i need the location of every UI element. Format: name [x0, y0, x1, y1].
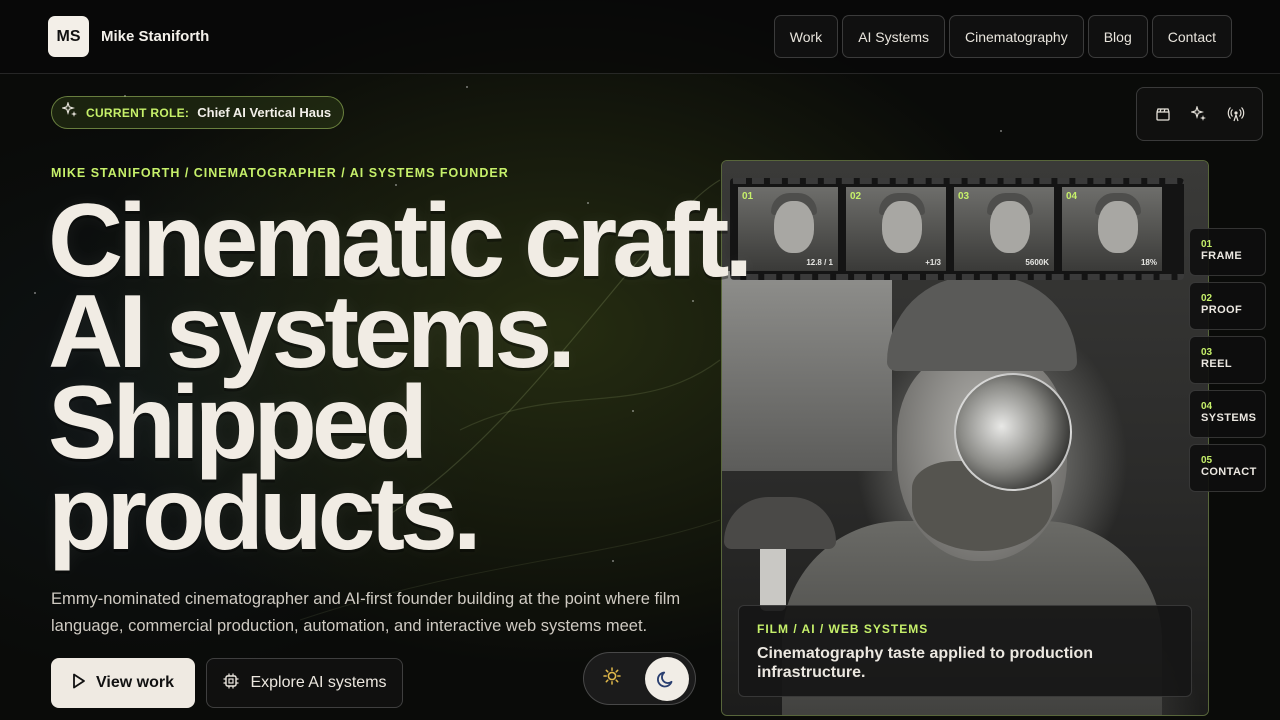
- caption-title: Cinematography taste applied to producti…: [757, 645, 1094, 681]
- headline-line: products.: [48, 456, 482, 572]
- current-role-pill: CURRENT ROLE: Chief AI Vertical Haus: [51, 96, 344, 129]
- view-work-button[interactable]: View work: [51, 658, 195, 708]
- hero-eyebrow: MIKE STANIFORTH / CINEMATOGRAPHER / AI S…: [51, 166, 509, 180]
- rail-item-contact[interactable]: 05 CONTACT: [1189, 444, 1266, 492]
- film-frame[interactable]: 03 5600K: [954, 187, 1054, 271]
- rail-number: 02: [1201, 293, 1213, 304]
- sparkles-icon[interactable]: [1188, 103, 1210, 125]
- sun-icon[interactable]: [602, 666, 622, 691]
- frame-meta: 18%: [1140, 258, 1157, 267]
- star-dot: [612, 560, 614, 562]
- logo-badge[interactable]: MS: [48, 16, 89, 57]
- frame-portrait-face: [882, 201, 922, 253]
- rail-item-proof[interactable]: 02 PROOF: [1189, 282, 1266, 330]
- moon-icon[interactable]: [645, 656, 689, 701]
- rail-item-reel[interactable]: 03 REEL: [1189, 336, 1266, 384]
- view-work-label: View work: [96, 674, 174, 691]
- rail-label: SYSTEMS: [1201, 412, 1257, 424]
- role-label: CURRENT ROLE:: [86, 105, 190, 120]
- hero-description: Emmy-nominated cinematographer and AI-fi…: [51, 590, 681, 635]
- rail-number: 05: [1201, 455, 1213, 466]
- nav-ai-systems-link[interactable]: AI Systems: [842, 15, 945, 58]
- brand-name[interactable]: Mike Staniforth: [101, 28, 209, 45]
- frame-portrait-face: [990, 201, 1030, 253]
- nav-cinematography-link[interactable]: Cinematography: [948, 15, 1084, 58]
- frame-number: 03: [958, 191, 970, 202]
- caption-tag: FILM / AI / WEB SYSTEMS: [757, 622, 929, 636]
- role-value: Chief AI Vertical Haus: [197, 105, 332, 120]
- theme-toggle[interactable]: [583, 652, 696, 705]
- rail-label: REEL: [1201, 358, 1232, 370]
- broadcast-icon[interactable]: [1225, 103, 1247, 125]
- star-dot: [1000, 130, 1002, 132]
- portrait-caption-card: FILM / AI / WEB SYSTEMS Cinematography t…: [738, 605, 1192, 697]
- sparkles-icon: [61, 101, 78, 123]
- frame-number: 04: [1066, 191, 1078, 202]
- main-nav: Work AI Systems Cinematography Blog Cont…: [773, 15, 1232, 58]
- rail-number: 01: [1201, 239, 1213, 250]
- rail-item-frame[interactable]: 01 FRAME: [1189, 228, 1266, 276]
- star-dot: [34, 292, 36, 294]
- rail-number: 03: [1201, 347, 1213, 358]
- frame-meta: 5600K: [1025, 258, 1049, 267]
- cpu-chip-icon: [222, 672, 240, 695]
- explore-ai-systems-label: Explore AI systems: [250, 674, 387, 691]
- explore-ai-systems-button[interactable]: Explore AI systems: [206, 658, 403, 708]
- section-rail: 01 FRAME 02 PROOF 03 REEL 04 SYSTEMS 05 …: [1189, 228, 1266, 498]
- rail-label: CONTACT: [1201, 466, 1257, 478]
- header-icon-group: [1136, 87, 1263, 141]
- frame-meta: +1/3: [925, 258, 941, 267]
- top-navigation-bar: MS Mike Staniforth Work AI Systems Cinem…: [0, 0, 1280, 74]
- film-frame[interactable]: 04 18%: [1062, 187, 1162, 271]
- rail-item-systems[interactable]: 04 SYSTEMS: [1189, 390, 1266, 438]
- rail-number: 04: [1201, 401, 1213, 412]
- rail-label: PROOF: [1201, 304, 1243, 316]
- lens-magnifier: [954, 373, 1072, 491]
- nav-contact-link[interactable]: Contact: [1151, 15, 1232, 58]
- nav-work-link[interactable]: Work: [773, 15, 839, 58]
- clapperboard-icon[interactable]: [1152, 103, 1174, 125]
- frame-portrait-face: [1098, 201, 1138, 253]
- play-icon: [72, 673, 86, 694]
- hero-headline: Cinematic craft. AI systems. Shipped pro…: [48, 189, 868, 572]
- star-dot: [466, 86, 468, 88]
- nav-blog-link[interactable]: Blog: [1087, 15, 1148, 58]
- rail-label: FRAME: [1201, 250, 1243, 262]
